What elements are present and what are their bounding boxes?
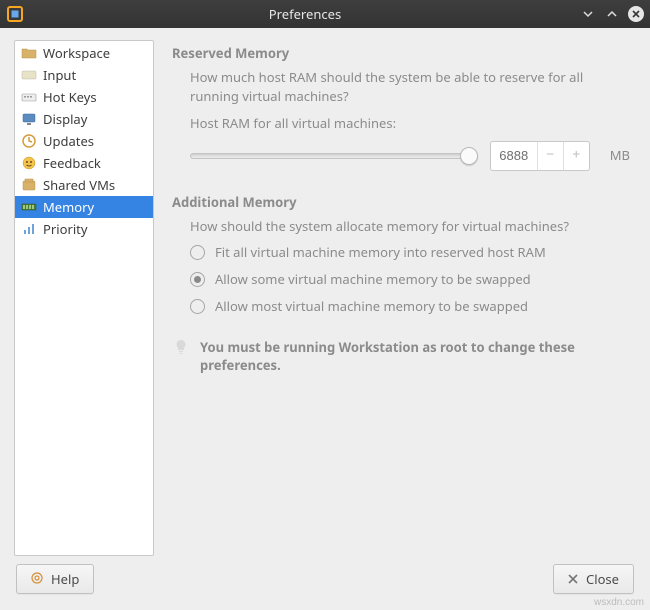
- content-row: Workspace Input Hot Keys: [14, 40, 636, 556]
- input-icon: [21, 67, 37, 83]
- spin-plus-button[interactable]: +: [563, 142, 589, 170]
- sidebar-item-label: Display: [43, 110, 87, 128]
- folder-icon: [21, 45, 37, 61]
- radio-allow-some[interactable]: Allow some virtual machine memory to be …: [190, 270, 630, 289]
- sidebar-item-label: Hot Keys: [43, 88, 97, 106]
- ram-value-input[interactable]: [491, 142, 537, 170]
- sidebar-item-sharedvms[interactable]: Shared VMs: [15, 174, 153, 196]
- updates-icon: [21, 133, 37, 149]
- root-warning-text: You must be running Workstation as root …: [200, 338, 630, 374]
- sidebar-item-label: Updates: [43, 132, 94, 150]
- ram-slider[interactable]: [190, 146, 478, 166]
- close-button[interactable]: Close: [553, 564, 634, 594]
- sidebar: Workspace Input Hot Keys: [14, 40, 154, 556]
- help-button[interactable]: Help: [16, 564, 94, 594]
- sidebar-item-label: Feedback: [43, 154, 101, 172]
- reserved-memory-title: Reserved Memory: [172, 44, 630, 62]
- radio-fit-all[interactable]: Fit all virtual machine memory into rese…: [190, 243, 630, 262]
- window-title: Preferences: [30, 5, 580, 23]
- ram-spinbox: − +: [490, 141, 590, 171]
- help-icon: [31, 571, 43, 588]
- spin-minus-button[interactable]: −: [537, 142, 563, 170]
- sidebar-item-label: Shared VMs: [43, 176, 115, 194]
- ram-slider-row: − + MB: [190, 141, 630, 171]
- close-window-button[interactable]: [628, 6, 644, 22]
- dialog-footer: Help Close: [14, 556, 636, 604]
- additional-memory-title: Additional Memory: [172, 193, 630, 211]
- radio-label: Allow some virtual machine memory to be …: [215, 270, 531, 289]
- memory-icon: [21, 199, 37, 215]
- sidebar-item-hotkeys[interactable]: Hot Keys: [15, 86, 153, 108]
- radio-icon: [190, 299, 205, 314]
- sidebar-item-label: Memory: [43, 198, 94, 216]
- watermark: wsxdn.com: [594, 597, 644, 608]
- radio-label: Allow most virtual machine memory to be …: [215, 297, 528, 316]
- titlebar: Preferences: [0, 0, 650, 28]
- lightbulb-icon: [172, 338, 190, 360]
- window-body: Workspace Input Hot Keys: [0, 28, 650, 610]
- sidebar-item-display[interactable]: Display: [15, 108, 153, 130]
- help-button-label: Help: [51, 570, 79, 588]
- close-icon: [568, 571, 578, 588]
- app-icon: [6, 5, 24, 23]
- sidebar-item-memory[interactable]: Memory: [15, 196, 153, 218]
- radio-icon: [190, 272, 205, 287]
- keyboard-icon: [21, 89, 37, 105]
- sidebar-item-label: Input: [43, 66, 76, 84]
- sidebar-item-input[interactable]: Input: [15, 64, 153, 86]
- sidebar-item-feedback[interactable]: Feedback: [15, 152, 153, 174]
- maximize-button[interactable]: [604, 6, 620, 22]
- slider-rail: [190, 153, 478, 159]
- sidebar-item-updates[interactable]: Updates: [15, 130, 153, 152]
- titlebar-buttons: [580, 6, 644, 22]
- priority-icon: [21, 221, 37, 237]
- slider-label: Host RAM for all virtual machines:: [190, 114, 630, 133]
- additional-memory-section: How should the system allocate memory fo…: [172, 217, 630, 316]
- main-panel: Reserved Memory How much host RAM should…: [172, 40, 636, 556]
- sidebar-item-workspace[interactable]: Workspace: [15, 42, 153, 64]
- reserved-memory-desc: How much host RAM should the system be a…: [190, 68, 630, 106]
- root-warning: You must be running Workstation as root …: [172, 338, 630, 374]
- sidebar-item-priority[interactable]: Priority: [15, 218, 153, 240]
- minimize-button[interactable]: [580, 6, 596, 22]
- additional-memory-desc: How should the system allocate memory fo…: [190, 217, 630, 236]
- radio-icon: [190, 245, 205, 260]
- preferences-window: Preferences Workspace: [0, 0, 650, 610]
- radio-label: Fit all virtual machine memory into rese…: [215, 243, 546, 262]
- reserved-memory-section: How much host RAM should the system be a…: [172, 68, 630, 171]
- feedback-icon: [21, 155, 37, 171]
- radio-allow-most[interactable]: Allow most virtual machine memory to be …: [190, 297, 630, 316]
- sidebar-item-label: Workspace: [43, 44, 110, 62]
- display-icon: [21, 111, 37, 127]
- ram-unit: MB: [610, 146, 630, 165]
- sidebar-item-label: Priority: [43, 220, 88, 238]
- slider-thumb[interactable]: [460, 147, 478, 165]
- shared-icon: [21, 177, 37, 193]
- close-button-label: Close: [586, 570, 619, 588]
